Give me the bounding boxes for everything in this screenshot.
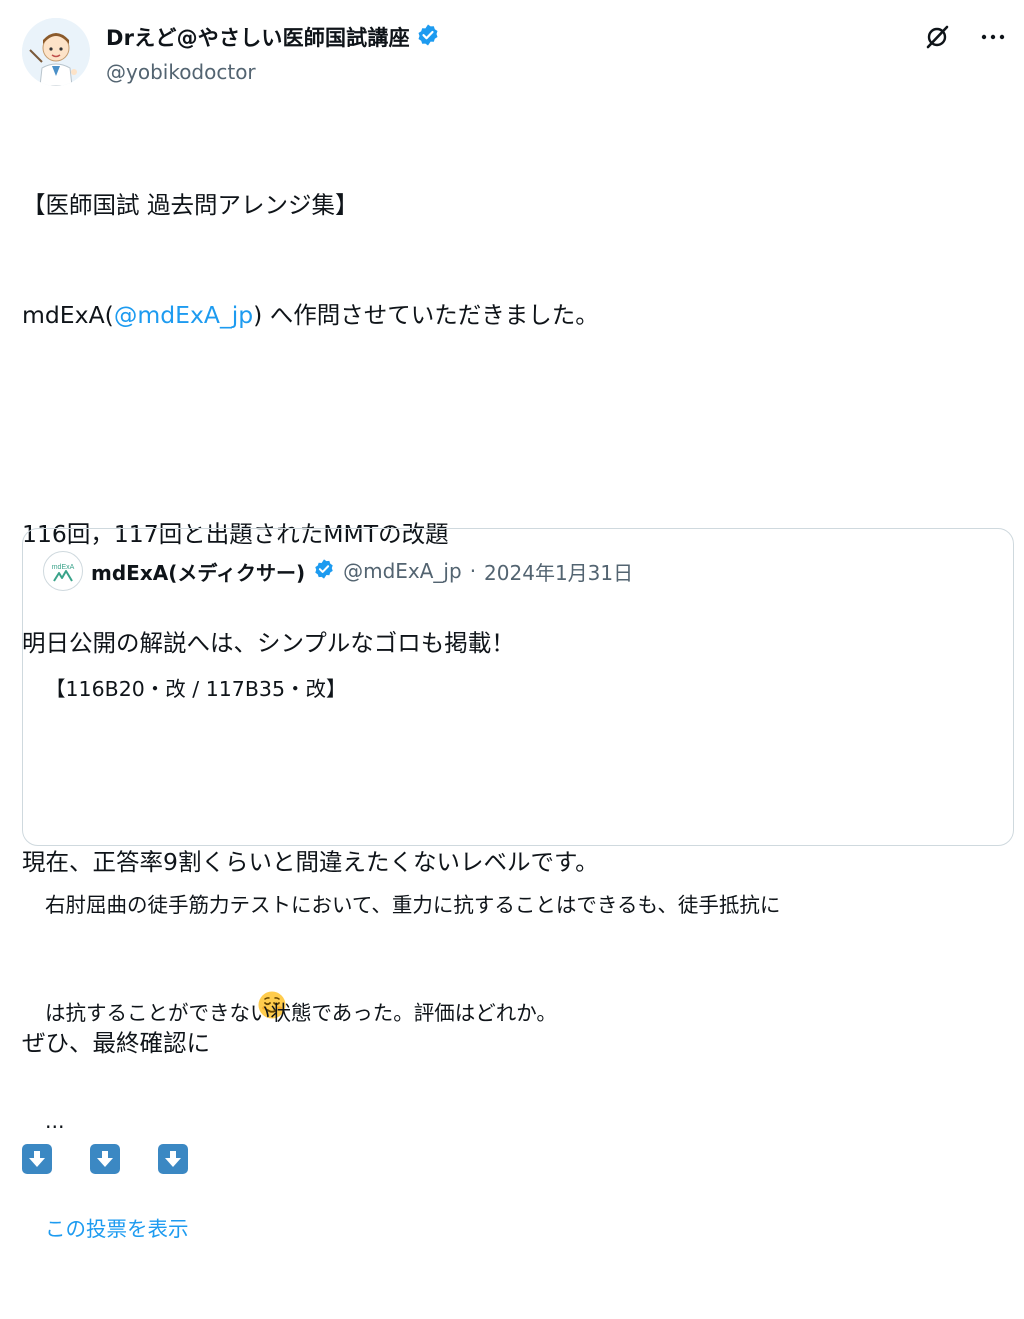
verified-badge-icon <box>313 558 335 585</box>
logo-text: mdExA <box>52 564 75 571</box>
mention-suffix: ) へ作問させていただきました。 <box>253 300 599 329</box>
quoted-tweet-header: mdExA mdExA(メディクサー) @mdExA_jp · 2024年1月3… <box>43 551 633 591</box>
author-avatar[interactable] <box>22 18 90 86</box>
quoted-date[interactable]: 2024年1月31日 <box>484 557 633 586</box>
tweet-header: Drえど@やさしい医師国試講座 @yobikodoctor <box>22 14 1008 94</box>
mention-link[interactable]: @mdExA_jp <box>114 301 253 329</box>
author-name-row: Drえど@やさしい医師国試講座 <box>106 22 440 52</box>
quoted-handle[interactable]: @mdExA_jp <box>343 559 462 583</box>
author-display-name[interactable]: Drえど@やさしい医師国試講座 <box>106 22 410 52</box>
quoted-display-name[interactable]: mdExA(メディクサー) <box>91 557 305 586</box>
author-handle[interactable]: @yobikodoctor <box>106 60 256 84</box>
quoted-ellipsis: ... <box>45 1109 65 1133</box>
show-poll-link[interactable]: この投票を表示 <box>45 1211 995 1247</box>
quoted-tweet-text: 【116B20・改 / 117B35・改】 右肘屈曲の徒手筋力テストにおいて、重… <box>45 599 995 1319</box>
quoted-author-avatar[interactable]: mdExA <box>43 551 83 591</box>
quoted-line: 右肘屈曲の徒手筋力テストにおいて、重力に抗することはできるも、徒手抵抗に <box>45 893 781 917</box>
quoted-line: は抗することができない状態であった。評価はどれか。 <box>45 1001 557 1025</box>
doctor-illustration-icon <box>22 18 90 86</box>
quoted-line: 【116B20・改 / 117B35・改】 <box>45 677 347 701</box>
verified-badge-icon <box>416 23 440 51</box>
quoted-tweet-card[interactable]: mdExA mdExA(メディクサー) @mdExA_jp · 2024年1月3… <box>22 528 1014 1241</box>
mention-prefix: mdExA( <box>22 300 114 329</box>
more-icon[interactable] <box>978 22 1008 52</box>
top-actions <box>922 22 1008 52</box>
tweet-line-mention: mdExA(@mdExA_jp) へ作問させていただきました。 <box>22 297 982 334</box>
tweet-line: 【医師国試 過去問アレンジ集】 <box>22 191 359 219</box>
grok-icon[interactable] <box>922 22 952 52</box>
mdexa-logo-icon: mdExA <box>46 554 80 588</box>
separator-dot: · <box>469 559 477 583</box>
